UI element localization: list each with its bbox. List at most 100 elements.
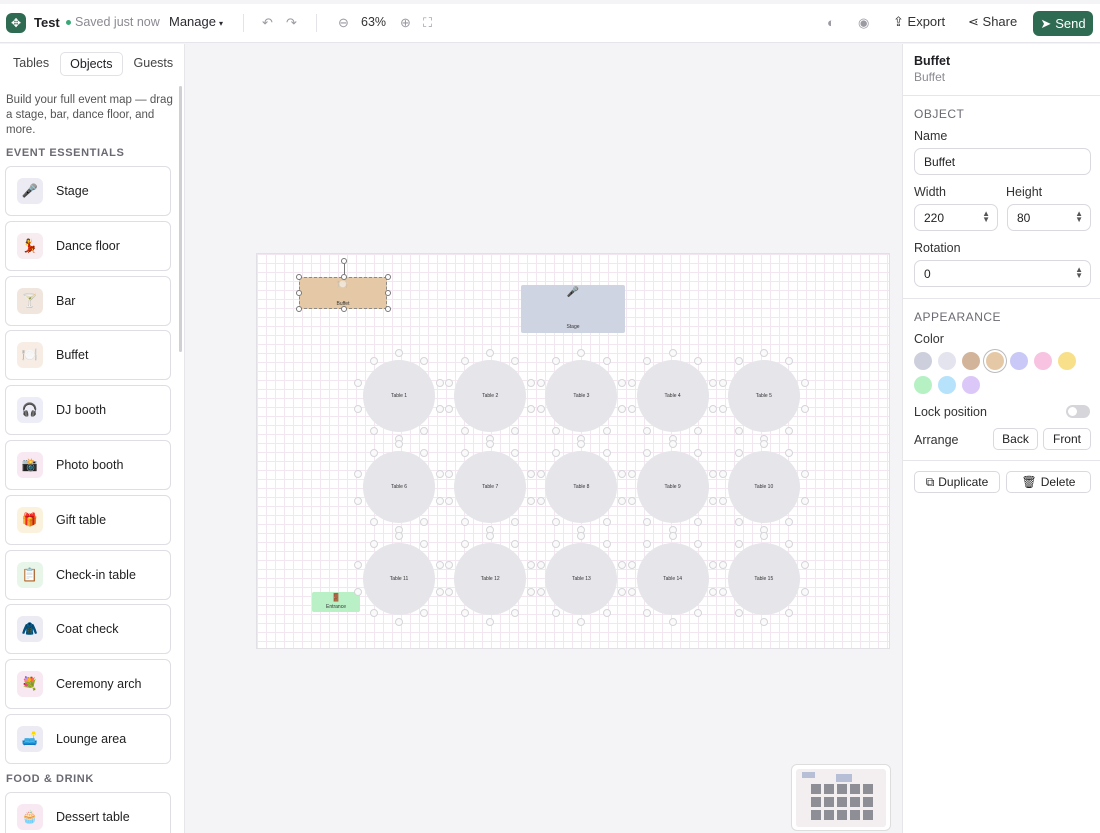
seat[interactable] [395, 531, 403, 540]
preview-eye-icon[interactable]: ◉ [858, 15, 869, 31]
seat[interactable] [420, 539, 429, 548]
lock-position-toggle[interactable] [1066, 405, 1090, 418]
seat[interactable] [693, 448, 702, 457]
seat[interactable] [354, 561, 363, 570]
seat[interactable] [785, 357, 794, 366]
seat[interactable] [511, 448, 520, 457]
round-table[interactable]: Table 15 [727, 542, 800, 615]
color-swatch[interactable] [914, 376, 932, 394]
seat[interactable] [420, 448, 429, 457]
seat[interactable] [627, 405, 636, 414]
seat[interactable] [618, 378, 627, 387]
seat[interactable] [718, 587, 727, 596]
seat[interactable] [511, 357, 520, 366]
resize-handle[interactable] [296, 290, 302, 296]
seat[interactable] [693, 539, 702, 548]
color-swatch[interactable] [986, 352, 1004, 370]
color-swatch[interactable] [914, 352, 932, 370]
seat[interactable] [435, 378, 444, 387]
seat[interactable] [734, 426, 743, 435]
seat[interactable] [460, 518, 469, 527]
export-button[interactable]: ⇪ Export [893, 14, 945, 30]
seat[interactable] [734, 357, 743, 366]
seat[interactable] [759, 349, 768, 357]
seat[interactable] [627, 470, 636, 478]
seat[interactable] [527, 470, 536, 478]
seat[interactable] [718, 470, 727, 478]
seat[interactable] [536, 496, 545, 505]
object-item-dj-booth[interactable]: 🎧 DJ booth [5, 385, 171, 436]
seat[interactable] [785, 518, 794, 527]
seat[interactable] [709, 496, 718, 505]
round-table[interactable]: Table 12 [454, 542, 527, 615]
seat[interactable] [445, 378, 454, 387]
resize-handle[interactable] [385, 290, 391, 296]
seat[interactable] [552, 539, 561, 548]
seat[interactable] [627, 378, 636, 387]
minimap-viewport[interactable] [796, 769, 886, 827]
seat[interactable] [354, 405, 363, 414]
app-logo-icon[interactable]: ✥ [6, 13, 26, 33]
floorplan-grid[interactable]: 🎤 Stage 🍽️ Buffet 🚪 Entrance Table 1 Tabl… [256, 253, 890, 649]
seat[interactable] [643, 448, 652, 457]
object-item-buffet[interactable]: 🍽️ Buffet [5, 330, 171, 381]
seat[interactable] [552, 426, 561, 435]
seat[interactable] [709, 405, 718, 414]
round-table[interactable]: Table 10 [727, 451, 800, 524]
seat[interactable] [354, 470, 363, 478]
seat[interactable] [693, 426, 702, 435]
seat[interactable] [420, 609, 429, 618]
resize-handle[interactable] [296, 274, 302, 280]
seat[interactable] [643, 518, 652, 527]
seat[interactable] [486, 617, 495, 626]
bring-front-button[interactable]: Front [1043, 428, 1091, 450]
seat[interactable] [577, 617, 586, 626]
seat[interactable] [460, 426, 469, 435]
seat[interactable] [759, 531, 768, 540]
stepper-icon[interactable]: ▲ ▼ [1075, 266, 1083, 280]
send-back-button[interactable]: Back [993, 428, 1038, 450]
seat[interactable] [668, 617, 677, 626]
seat[interactable] [668, 349, 677, 357]
seat[interactable] [643, 357, 652, 366]
seat[interactable] [395, 440, 403, 449]
seat[interactable] [486, 440, 495, 449]
sidebar-scrollbar[interactable] [179, 86, 182, 352]
seat[interactable] [435, 496, 444, 505]
round-table[interactable]: Table 3 [545, 360, 618, 432]
round-table[interactable]: Table 7 [454, 451, 527, 524]
entrance-object[interactable]: 🚪 Entrance [312, 592, 360, 612]
zoom-out-icon[interactable]: ⊖ [338, 15, 349, 31]
seat[interactable] [627, 561, 636, 570]
color-swatch[interactable] [1010, 352, 1028, 370]
seat[interactable] [511, 539, 520, 548]
seat[interactable] [602, 539, 611, 548]
seat[interactable] [536, 587, 545, 596]
round-table[interactable]: Table 4 [636, 360, 709, 432]
seat[interactable] [460, 357, 469, 366]
seat[interactable] [759, 440, 768, 449]
seat[interactable] [734, 539, 743, 548]
undo-icon[interactable]: ↶ [262, 15, 273, 31]
seat[interactable] [369, 609, 378, 618]
seat[interactable] [395, 617, 403, 626]
resize-handle[interactable] [296, 306, 302, 312]
seat[interactable] [718, 405, 727, 414]
round-table[interactable]: Table 5 [727, 360, 800, 432]
seat[interactable] [785, 448, 794, 457]
seat[interactable] [527, 587, 536, 596]
object-item-gift-table[interactable]: 🎁 Gift table [5, 494, 171, 545]
seat[interactable] [460, 609, 469, 618]
seat[interactable] [668, 531, 677, 540]
seat[interactable] [618, 405, 627, 414]
round-table[interactable]: Table 2 [454, 360, 527, 432]
redo-icon[interactable]: ↷ [286, 15, 297, 31]
object-item-stage[interactable]: 🎤 Stage [5, 166, 171, 216]
project-title[interactable]: Test [34, 15, 60, 30]
color-swatch[interactable] [962, 376, 980, 394]
seat[interactable] [435, 405, 444, 414]
seat[interactable] [800, 405, 809, 414]
seat[interactable] [709, 587, 718, 596]
round-table[interactable]: Table 13 [545, 542, 618, 615]
seat[interactable] [668, 440, 677, 449]
